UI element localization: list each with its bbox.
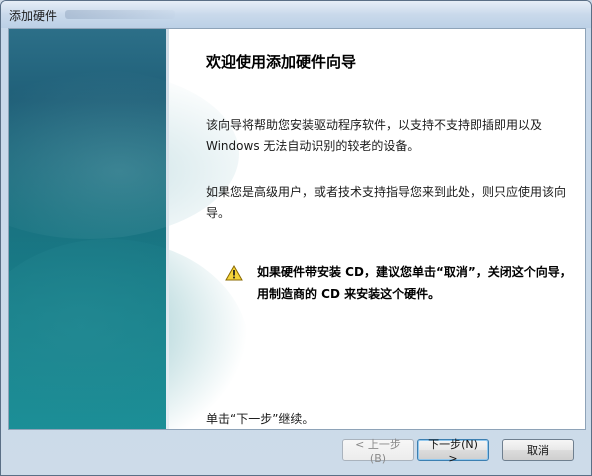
wizard-page: 欢迎使用添加硬件向导 该向导将帮助您安装驱动程序软件，以支持不支持即插即用以及 … — [8, 28, 586, 430]
add-hardware-wizard-window: 添加硬件 欢迎使用添加硬件向导 该向导将帮助您安装驱动程序软件，以支持不支持即插… — [0, 0, 592, 476]
title-bar-glare — [65, 10, 175, 19]
next-button[interactable]: 下一步(N) > — [417, 438, 489, 465]
button-bar: < 上一步(B) 下一步(N) > 取消 — [8, 430, 586, 470]
advanced-user-paragraph: 如果您是高级用户，或者技术支持指导您来到此处，则只应使用该向导。 — [206, 185, 567, 220]
intro-paragraph: 该向导将帮助您安装驱动程序软件，以支持不支持即插即用以及 Windows 无法自… — [206, 118, 543, 153]
warning-text: 如果硬件带安装 CD，建议您单击“取消”，关闭这个向导，用制造商的 CD 来安装… — [257, 265, 572, 301]
title-bar[interactable]: 添加硬件 — [1, 1, 591, 28]
page-title: 欢迎使用添加硬件向导 — [206, 53, 357, 71]
wizard-sidebar-banner — [9, 29, 249, 429]
back-button[interactable]: < 上一步(B) — [342, 438, 414, 465]
window-title: 添加硬件 — [9, 9, 58, 23]
continue-instruction: 单击“下一步”继续。 — [206, 412, 315, 426]
sidebar-divider — [166, 29, 169, 429]
warning-icon — [225, 265, 243, 281]
cancel-button[interactable]: 取消 — [502, 439, 574, 461]
